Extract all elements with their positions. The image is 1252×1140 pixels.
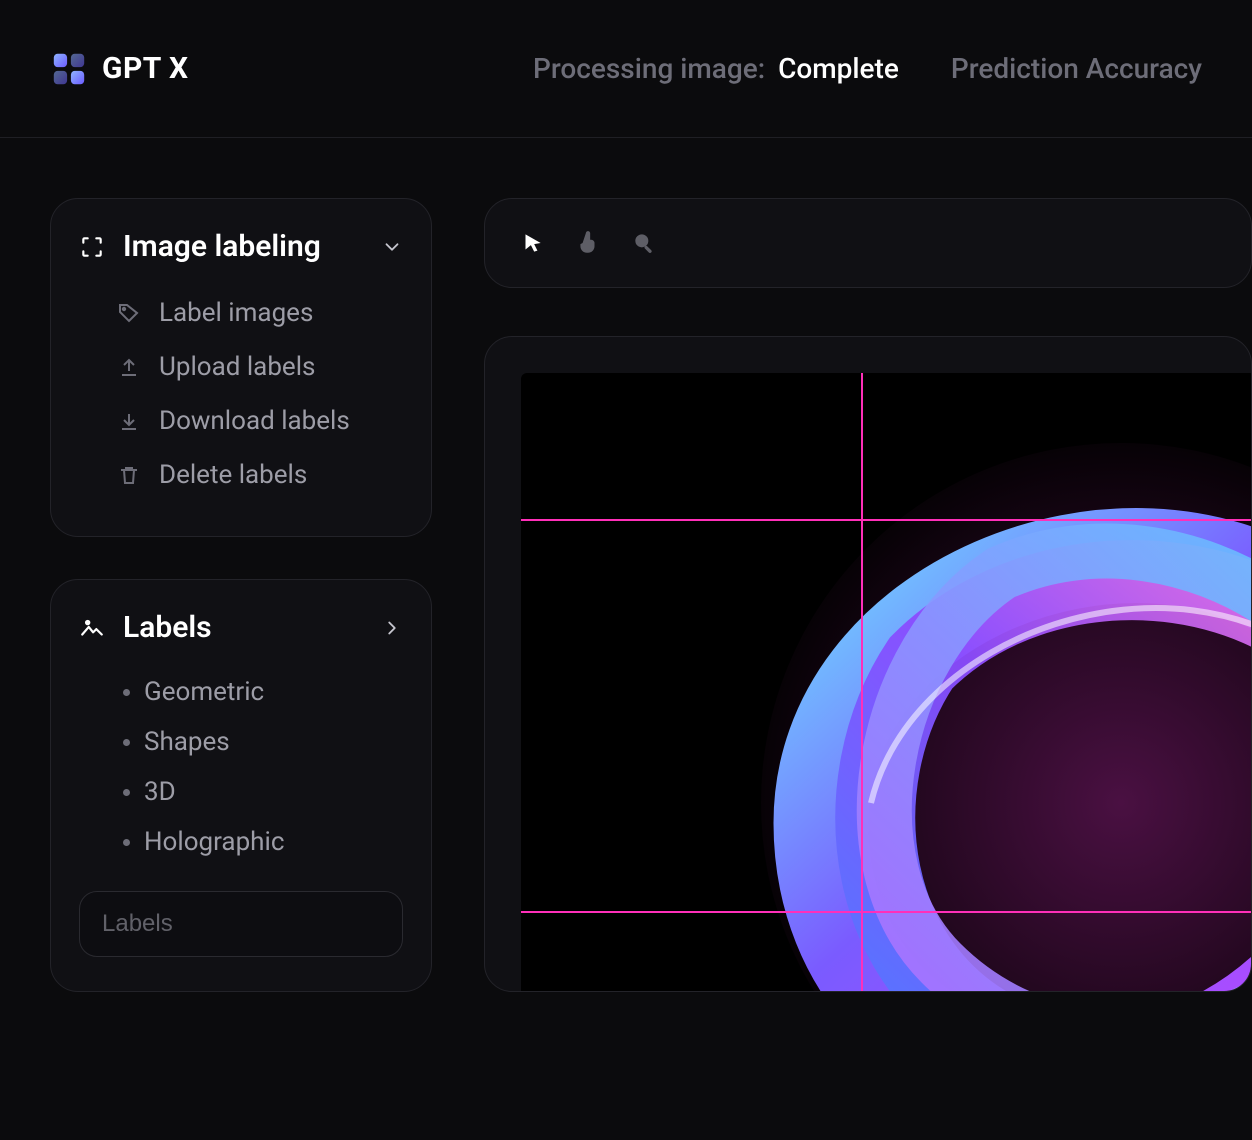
menu-item-label: Upload labels <box>159 352 315 382</box>
processing-value: Complete <box>778 52 899 85</box>
label-images-item[interactable]: Label images <box>79 286 403 340</box>
label-text: 3D <box>144 777 176 807</box>
canvas-toolbar <box>484 198 1252 288</box>
labels-title: Labels <box>123 610 363 645</box>
sidebar: Image labeling Label images Upload label… <box>50 198 432 992</box>
download-labels-item[interactable]: Download labels <box>79 394 403 448</box>
pointer-tool[interactable] <box>573 228 603 258</box>
cursor-tool[interactable] <box>517 228 547 258</box>
subject-image <box>701 403 1252 992</box>
menu-item-label: Label images <box>159 298 313 328</box>
image-labeling-title: Image labeling <box>123 229 363 264</box>
accuracy-label: Prediction Accuracy <box>951 52 1202 85</box>
label-holographic[interactable]: Holographic <box>79 817 403 867</box>
tag-icon <box>117 301 141 325</box>
accuracy-status: Prediction Accuracy <box>951 52 1202 85</box>
menu-item-label: Delete labels <box>159 460 307 490</box>
upload-icon <box>117 355 141 379</box>
upload-labels-item[interactable]: Upload labels <box>79 340 403 394</box>
focus-icon <box>79 234 105 260</box>
chevron-down-icon <box>381 236 403 258</box>
brand-logo-icon <box>50 50 88 88</box>
labels-header[interactable]: Labels <box>79 610 403 645</box>
menu-item-label: Download labels <box>159 406 350 436</box>
image-labeling-header[interactable]: Image labeling <box>79 229 403 264</box>
app-header: GPT X Processing image: Complete Predict… <box>0 0 1252 138</box>
pointer-icon <box>575 230 601 256</box>
chevron-right-icon <box>381 617 403 639</box>
main <box>484 198 1252 992</box>
cursor-icon <box>519 230 545 256</box>
label-text: Holographic <box>144 827 284 857</box>
download-icon <box>117 409 141 433</box>
image-labeling-panel: Image labeling Label images Upload label… <box>50 198 432 537</box>
label-3d[interactable]: 3D <box>79 767 403 817</box>
guide-vertical[interactable] <box>861 373 863 991</box>
label-geometric[interactable]: Geometric <box>79 667 403 717</box>
label-search[interactable] <box>79 891 403 957</box>
image-canvas[interactable] <box>521 373 1251 991</box>
label-shapes[interactable]: Shapes <box>79 717 403 767</box>
guide-horizontal-top[interactable] <box>521 519 1251 521</box>
magnify-icon <box>631 230 657 256</box>
processing-status: Processing image: Complete <box>533 52 899 85</box>
delete-labels-item[interactable]: Delete labels <box>79 448 403 502</box>
guide-horizontal-bottom[interactable] <box>521 911 1251 913</box>
label-search-input[interactable] <box>102 910 412 938</box>
brand-name: GPT X <box>102 51 189 86</box>
trash-icon <box>117 463 141 487</box>
label-text: Geometric <box>144 677 264 707</box>
label-text: Shapes <box>144 727 230 757</box>
canvas-frame <box>484 336 1252 992</box>
processing-label: Processing image: <box>533 52 765 85</box>
image-icon <box>79 615 105 641</box>
zoom-tool[interactable] <box>629 228 659 258</box>
brand[interactable]: GPT X <box>50 50 189 88</box>
labels-panel: Labels Geometric Shapes 3D Holographic <box>50 579 432 992</box>
